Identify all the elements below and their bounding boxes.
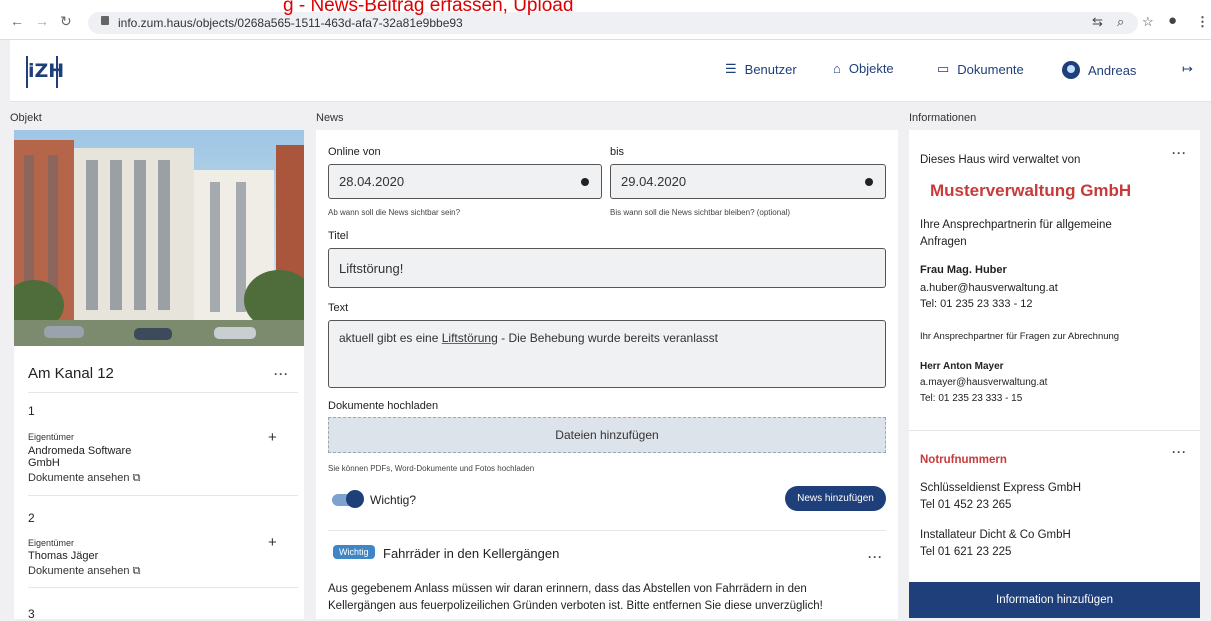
managed-by-text: Dieses Haus wird verwaltet von [920, 154, 1081, 166]
plus-icon[interactable]: + [268, 534, 277, 551]
date-clear-icon[interactable] [865, 177, 873, 186]
add-information-button[interactable]: Information hinzufügen [909, 582, 1200, 618]
nav-users-label: Benutzer [744, 61, 797, 77]
unit-role: Eigentümer [28, 538, 75, 548]
divider [909, 430, 1200, 431]
more-dots-icon[interactable]: ··· [274, 367, 289, 381]
documents-link[interactable]: Dokumente ansehen ⧉ [28, 565, 140, 578]
contact1-email[interactable]: a.huber@hausverwaltung.at [920, 280, 1058, 297]
unit-number: 2 [28, 511, 35, 525]
online-from-field[interactable]: 28.04.2020 [328, 164, 602, 199]
column-heading-info: Informationen [909, 112, 977, 124]
url-text[interactable]: info.zum.haus/objects/0268a565-1511-463d… [118, 16, 463, 30]
news-item-line: Kellergängen aus feuerpolizeilichen Grün… [328, 600, 823, 612]
emergency2-tel: Tel 01 621 23 225 [920, 546, 1012, 558]
plus-icon[interactable]: + [268, 429, 277, 446]
lock-icon [101, 16, 109, 25]
app-root: iZH ☰ Benutzer ⌂ Objekte ▭ Dokumente And… [10, 40, 1211, 621]
until-label: bis [610, 146, 625, 158]
nav-users[interactable]: ☰ Benutzer [725, 61, 797, 77]
emergency2-name: Installateur Dicht & Co GmbH [920, 529, 1071, 541]
building-photo [14, 130, 304, 346]
object-name: Am Kanal 12 [28, 365, 114, 382]
more-dots-icon[interactable]: ··· [868, 550, 883, 564]
unit-number: 1 [28, 404, 35, 418]
column-heading-object: Objekt [10, 112, 42, 124]
translate-icon[interactable]: ⇆ [1092, 14, 1103, 30]
unit-owner: Andromeda Software [28, 445, 132, 457]
unit-owner: Thomas Jäger [28, 550, 99, 562]
upload-hint: Sie können PDFs, Word-Dokumente und Foto… [328, 464, 535, 473]
upload-label: Dokumente hochladen [328, 400, 439, 412]
until-value: 29.04.2020 [621, 174, 687, 189]
database-icon: ☰ [725, 61, 737, 76]
text-area[interactable]: aktuell gibt es eine Liftstörung - Die B… [328, 320, 886, 388]
emergency-heading: Notrufnummern [920, 454, 1007, 466]
external-link-icon: ⧉ [129, 565, 141, 577]
news-item-title[interactable]: Fahrräder in den Kellergängen [383, 546, 559, 561]
home-icon: ⌂ [833, 61, 841, 76]
divider [28, 495, 298, 496]
star-icon[interactable]: ☆ [1142, 14, 1154, 30]
text-value: aktuell gibt es eine Liftstörung - Die B… [339, 331, 718, 345]
top-navbar: iZH ☰ Benutzer ⌂ Objekte ▭ Dokumente And… [10, 40, 1211, 102]
emergency1-tel: Tel 01 452 23 265 [920, 499, 1012, 511]
contact1-tel: Tel: 01 235 23 333 - 12 [920, 298, 1033, 310]
column-heading-news: News [316, 112, 344, 124]
news-item-line: Aus gegebenem Anlass müssen wir daran er… [328, 583, 807, 595]
unit-owner-line2: GmbH [28, 457, 60, 469]
zoom-icon[interactable]: ⌕ [1117, 14, 1124, 30]
browser-toolbar: ← → ↻ info.zum.haus/objects/0268a565-151… [0, 0, 1211, 40]
add-news-button[interactable]: News hinzufügen [785, 486, 886, 511]
contact2-email[interactable]: a.mayer@hausverwaltung.at [920, 374, 1047, 391]
divider [28, 587, 298, 588]
date-clear-icon[interactable] [581, 177, 589, 186]
contact1-name: Frau Mag. Huber [920, 264, 1007, 276]
reload-icon[interactable]: ↻ [60, 13, 72, 30]
upload-dropzone[interactable]: Dateien hinzufügen [328, 417, 886, 453]
nav-user-label: Andreas [1088, 62, 1137, 78]
online-from-label: Online von [328, 146, 381, 158]
forward-arrow-icon[interactable]: → [35, 13, 49, 29]
contact2-intro: Ihr Ansprechpartner für Fragen zur Abrec… [920, 331, 1120, 342]
back-arrow-icon[interactable]: ← [10, 13, 24, 29]
logo[interactable]: iZH [26, 56, 64, 88]
toggle-knob[interactable] [346, 490, 364, 508]
contact2-tel: Tel: 01 235 23 333 - 15 [920, 393, 1023, 404]
account-icon[interactable]: ● [1168, 12, 1177, 29]
nav-objects[interactable]: ⌂ Objekte [833, 61, 894, 76]
annotation-caption: g - News-Beitrag erfassen, Upload [283, 0, 574, 16]
more-dots-icon[interactable]: ··· [1172, 146, 1187, 160]
title-input[interactable]: Liftstörung! [328, 248, 886, 288]
company-name: Musterverwaltung GmbH [930, 181, 1132, 200]
avatar [1062, 61, 1080, 79]
archive-icon: ▭ [937, 61, 950, 76]
contact-intro-2: Anfragen [920, 236, 967, 248]
menu-icon[interactable]: ⋮ [1196, 14, 1209, 30]
contact-intro: Ihre Ansprechpartnerin für allgemeine [920, 219, 1112, 231]
divider [328, 530, 886, 531]
nav-documents-label: Dokumente [957, 61, 1024, 77]
text-label: Text [328, 302, 349, 314]
title-label: Titel [328, 230, 349, 242]
until-hint: Bis wann soll die News sichtbar bleiben?… [610, 208, 791, 217]
nav-user[interactable]: Andreas [1062, 61, 1136, 79]
nav-objects-label: Objekte [848, 61, 894, 76]
online-from-hint: Ab wann soll die News sichtbar sein? [328, 208, 461, 217]
online-from-value: 28.04.2020 [339, 174, 405, 189]
documents-link[interactable]: Dokumente ansehen ⧉ [28, 472, 140, 485]
important-label: Wichtig? [370, 493, 417, 507]
important-badge: Wichtig [333, 545, 375, 559]
divider [28, 392, 298, 393]
emergency1-name: Schlüsseldienst Express GmbH [920, 482, 1082, 494]
until-field[interactable]: 29.04.2020 [610, 164, 886, 199]
title-value: Liftstörung! [339, 260, 404, 276]
logout-icon[interactable]: ↦ [1182, 61, 1193, 77]
contact2-name: Herr Anton Mayer [920, 361, 1004, 372]
external-link-icon: ⧉ [129, 472, 141, 484]
unit-role: Eigentümer [28, 432, 75, 442]
nav-documents[interactable]: ▭ Dokumente [937, 61, 1024, 77]
more-dots-icon[interactable]: ··· [1172, 445, 1187, 459]
